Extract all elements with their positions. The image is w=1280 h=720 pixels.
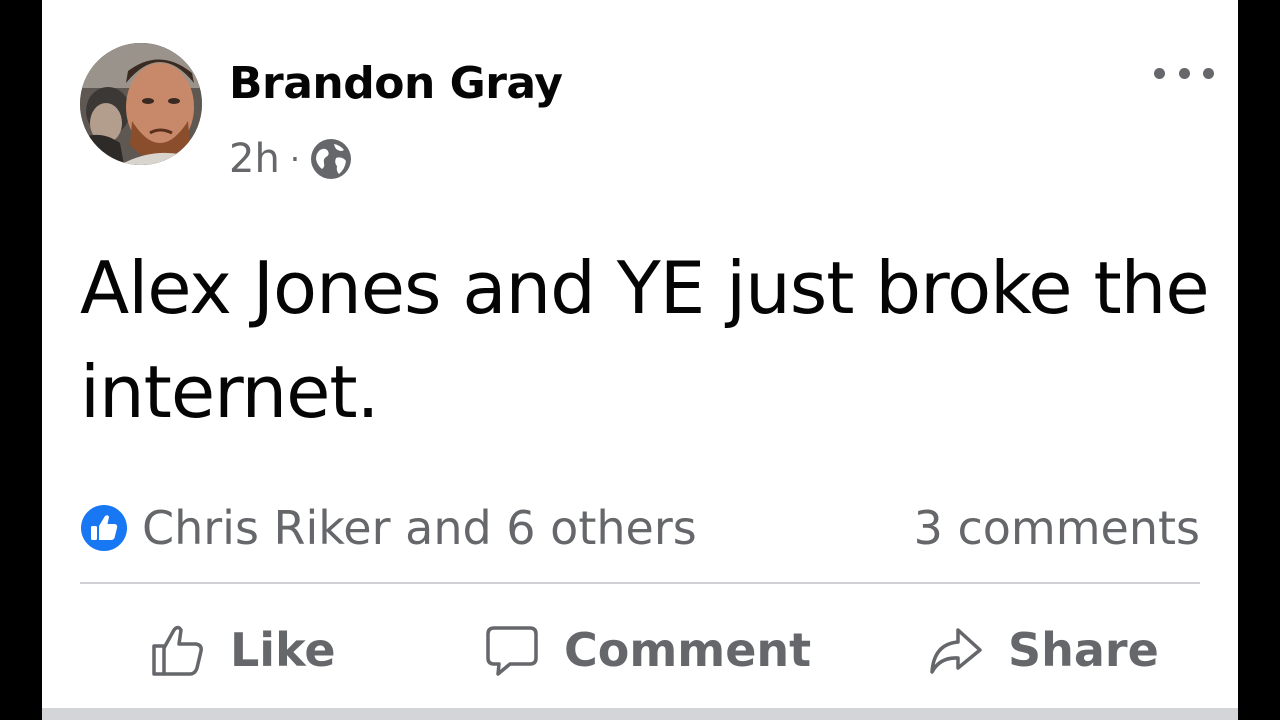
more-dot [1178,67,1190,79]
more-dot [1203,67,1214,79]
more-dot [1154,67,1165,79]
post-text: Alex Jones and YE just broke the interne… [80,246,1210,434]
reactors-summary[interactable]: Chris Riker and 6 others [142,501,697,555]
comments-count[interactable]: 3 comments [914,501,1200,555]
share-button[interactable]: Share [928,612,1159,688]
comment-label: Comment [564,623,812,677]
like-button[interactable]: Like [150,612,336,688]
post-actions: Like Comment Share [80,612,1200,688]
like-reaction-icon[interactable] [80,504,128,552]
more-options-icon[interactable] [1154,58,1214,88]
reactions-summary: Chris Riker and 6 others 3 comments [80,498,1200,558]
divider [80,582,1200,584]
bottom-separator [42,708,1238,720]
avatar-photo [80,43,202,165]
speech-bubble-icon [486,626,538,676]
like-label: Like [230,623,336,677]
globe-icon[interactable] [310,138,352,180]
author-name[interactable]: Brandon Gray [229,58,563,109]
post-card: Brandon Gray 2h · Alex Jones and YE just… [42,0,1238,720]
meta-separator: · [289,140,300,178]
share-arrow-icon [930,628,982,674]
thumbs-up-icon [152,625,203,676]
comment-button[interactable]: Comment [484,612,811,688]
post-meta: 2h · [229,134,352,184]
post-timestamp[interactable]: 2h [229,136,280,182]
reactions-left: Chris Riker and 6 others [80,501,697,555]
avatar[interactable] [80,43,202,165]
share-label: Share [1008,623,1159,677]
